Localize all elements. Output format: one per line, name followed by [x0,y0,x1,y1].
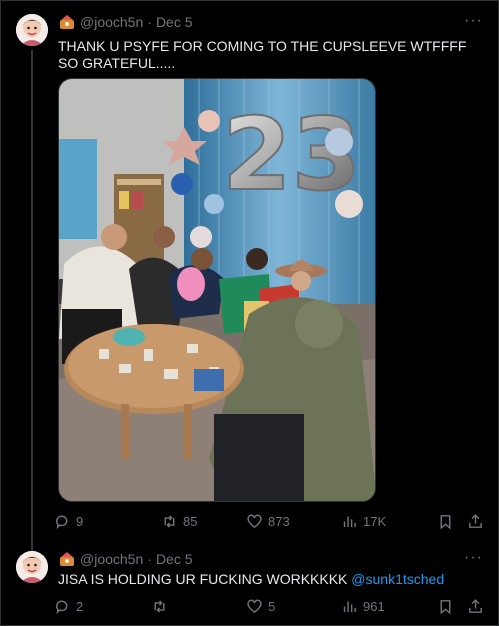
tweet-photo[interactable]: 23 [58,78,376,502]
tweet-body: JISA IS HOLDING UR FUCKING WORKKKKK [58,571,352,587]
tweet-1[interactable]: @jooch5n · Dec 5 ··· THANK U PSYFE FOR C… [0,0,499,545]
tweet-text: THANK U PSYFE FOR COMING TO THE CUPSLEEV… [58,38,467,71]
reply-button[interactable]: 2 [54,598,83,615]
bookmark-button[interactable] [437,598,454,615]
reply-count: 2 [76,599,84,614]
tweet-header: @jooch5n · Dec 5 [58,14,193,30]
share-icon [469,514,482,528]
retweet-icon [154,600,165,613]
retweet-button[interactable]: 85 [161,513,197,530]
emoji-icon [58,14,76,30]
views-count: 961 [363,599,385,614]
tweet-date[interactable]: Dec 5 [156,14,193,30]
mention-link[interactable]: @sunk1tsched [351,571,444,587]
like-count: 5 [268,599,276,614]
header-separator: · [147,551,152,567]
retweet-button[interactable] [151,598,173,615]
like-button[interactable]: 5 [246,598,275,615]
share-icon [469,599,482,613]
more-options-icon[interactable]: ··· [464,12,483,30]
bookmark-icon [440,600,451,615]
bookmark-icon [440,515,451,530]
like-count: 873 [268,514,290,529]
reply-icon [56,600,68,615]
user-handle[interactable]: @jooch5n [80,14,143,30]
views-icon [343,516,356,528]
avatar[interactable] [16,551,48,583]
more-options-icon[interactable]: ··· [464,549,483,567]
reply-count: 9 [76,514,84,529]
views-count: 17K [363,514,387,529]
tweet-2[interactable]: @jooch5n · Dec 5 ··· JISA IS HOLDING UR … [0,545,499,626]
tweet-actions: 2 5 961 [54,598,486,618]
like-icon [247,599,262,614]
bookmark-button[interactable] [437,513,454,530]
tweet-date[interactable]: Dec 5 [156,551,193,567]
retweet-count: 85 [183,514,198,529]
reply-icon [56,515,68,530]
tweet-actions: 9 85 873 17K [54,513,486,533]
avatar[interactable] [16,14,48,46]
like-button[interactable]: 873 [246,513,290,530]
share-button[interactable] [467,598,484,615]
tweet-header: @jooch5n · Dec 5 [58,551,193,567]
views-icon [343,601,356,613]
retweet-icon [164,515,175,528]
views-button[interactable]: 17K [341,513,386,530]
thread-line [31,50,33,545]
share-button[interactable] [467,513,484,530]
user-handle[interactable]: @jooch5n [80,551,143,567]
reply-button[interactable]: 9 [54,513,83,530]
views-button[interactable]: 961 [341,598,385,615]
tweet-text: JISA IS HOLDING UR FUCKING WORKKKKK @sun… [58,571,478,588]
like-icon [247,514,262,529]
emoji-icon [58,551,76,567]
header-separator: · [147,14,152,30]
